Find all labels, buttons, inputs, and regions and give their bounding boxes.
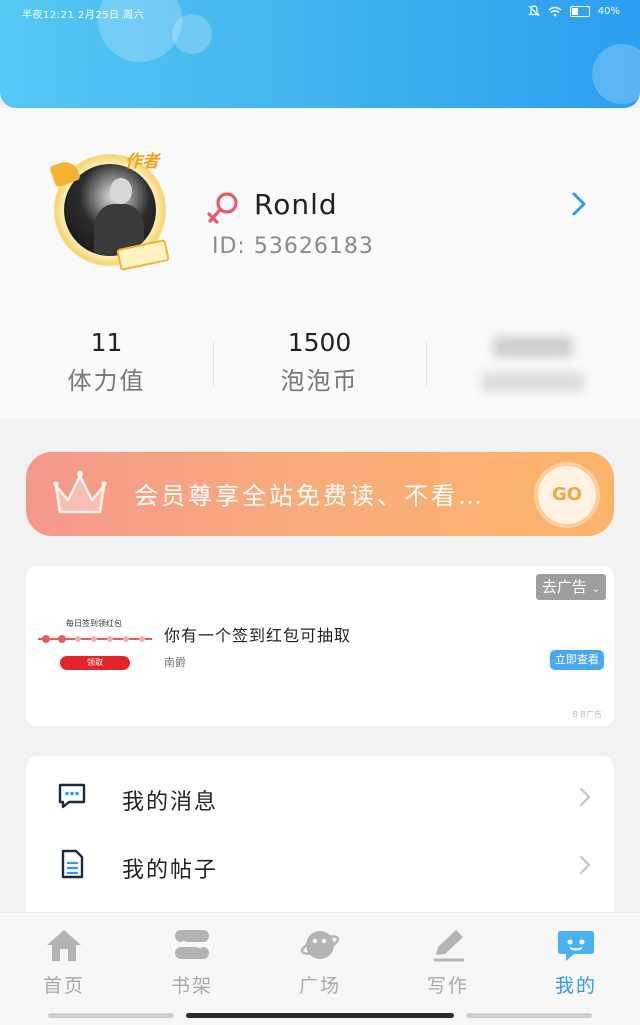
tab-label: 首页: [42, 975, 85, 997]
profile-card[interactable]: 作者 Ronld ID: 53626183 11 体力值 1500 泡泡币: [0, 108, 640, 418]
tab-label: 我的: [554, 975, 597, 997]
header-banner: 半夜12:21 2月25日 周六 40%: [0, 0, 640, 108]
decor-bubble: [592, 44, 640, 104]
stats-row: 11 体力值 1500 泡泡币: [0, 328, 640, 398]
stat-blurred[interactable]: [426, 328, 639, 392]
menu-item-posts[interactable]: 我的帖子: [26, 830, 614, 898]
status-time: 半夜12:21 2月25日 周六: [22, 10, 145, 21]
crown-icon: [53, 471, 107, 514]
tab-home[interactable]: 首页: [14, 927, 114, 998]
ad-source: 南爵: [164, 656, 186, 669]
go-button[interactable]: GO: [538, 466, 596, 524]
stat-label: 泡泡币: [280, 367, 359, 395]
vip-text: 会员尊享全站免费读、不看…: [134, 482, 485, 510]
tab-label: 书架: [170, 975, 213, 997]
ad-thumb-button: 领取: [60, 656, 130, 670]
stat-stamina[interactable]: 11 体力值: [0, 328, 213, 396]
tab-mine[interactable]: 我的: [526, 927, 626, 998]
ad-thumb-title: 每日签到领红包: [66, 619, 122, 628]
ad-footer: B B广告: [572, 710, 602, 719]
pen-icon: [434, 930, 464, 962]
chevron-right-icon: [579, 855, 591, 875]
chat-bubble-icon: [558, 931, 594, 961]
message-icon: [58, 783, 86, 809]
chevron-right-icon: [579, 787, 591, 807]
menu-label: 我的帖子: [122, 858, 219, 883]
tab-label: 写作: [426, 975, 469, 997]
avatar-face: [110, 178, 132, 204]
tab-square[interactable]: 广场: [270, 927, 370, 998]
chevron-down-icon: ⌄: [591, 584, 600, 595]
female-symbol-icon: [207, 192, 238, 224]
avatar-frame[interactable]: 作者: [48, 148, 172, 272]
user-id: ID: 53626183: [212, 234, 374, 259]
stat-value: 11: [90, 328, 123, 357]
nav-bar-right: [466, 1013, 592, 1018]
battery-icon: [569, 5, 590, 17]
author-badge: 作者: [125, 152, 159, 172]
wifi-icon: [548, 6, 562, 16]
chevron-right-icon[interactable]: [568, 190, 590, 218]
blurred-value: [492, 336, 573, 358]
blurred-label: [480, 372, 585, 392]
username: Ronld: [254, 188, 338, 221]
menu-item-messages[interactable]: 我的消息: [26, 762, 614, 830]
status-icons: 40%: [527, 5, 620, 17]
status-bar: 半夜12:21 2月25日 周六 40%: [0, 0, 640, 26]
mute-icon: [527, 5, 540, 17]
tab-bookshelf[interactable]: 书架: [142, 927, 242, 998]
ad-thumbnail[interactable]: 每日签到领红包 领取: [34, 614, 156, 684]
stat-value: 1500: [287, 328, 352, 357]
remove-ad-label: 去广告: [541, 578, 587, 596]
stat-bubble-coins[interactable]: 1500 泡泡币: [213, 328, 426, 396]
ad-title: 你有一个签到红包可抽取: [164, 626, 352, 645]
menu-label: 我的消息: [122, 790, 219, 815]
home-icon: [47, 930, 81, 961]
remove-ad-button[interactable]: 去广告 ⌄: [535, 574, 606, 600]
planet-icon: [300, 931, 340, 959]
stat-label: 体力值: [67, 367, 146, 395]
tab-label: 广场: [298, 975, 341, 997]
nav-bar-left: [48, 1013, 174, 1018]
checkin-dots-icon: [42, 635, 145, 643]
bottom-tab-bar: 首页 书架 广场 写作 我的: [0, 912, 640, 1025]
ad-view-button[interactable]: 立即查看: [550, 650, 604, 670]
battery-level: [571, 7, 579, 15]
ad-card[interactable]: 去广告 ⌄ 每日签到领红包 领取 你有一个签到红包可抽取 南爵 立即查看 B B…: [26, 566, 614, 726]
tab-write[interactable]: 写作: [398, 927, 498, 998]
home-indicator[interactable]: [186, 1013, 454, 1018]
bookshelf-icon: [175, 930, 209, 959]
battery-text: 40%: [597, 5, 620, 17]
document-icon: [61, 849, 84, 879]
vip-banner[interactable]: 会员尊享全站免费读、不看… GO: [26, 452, 614, 536]
